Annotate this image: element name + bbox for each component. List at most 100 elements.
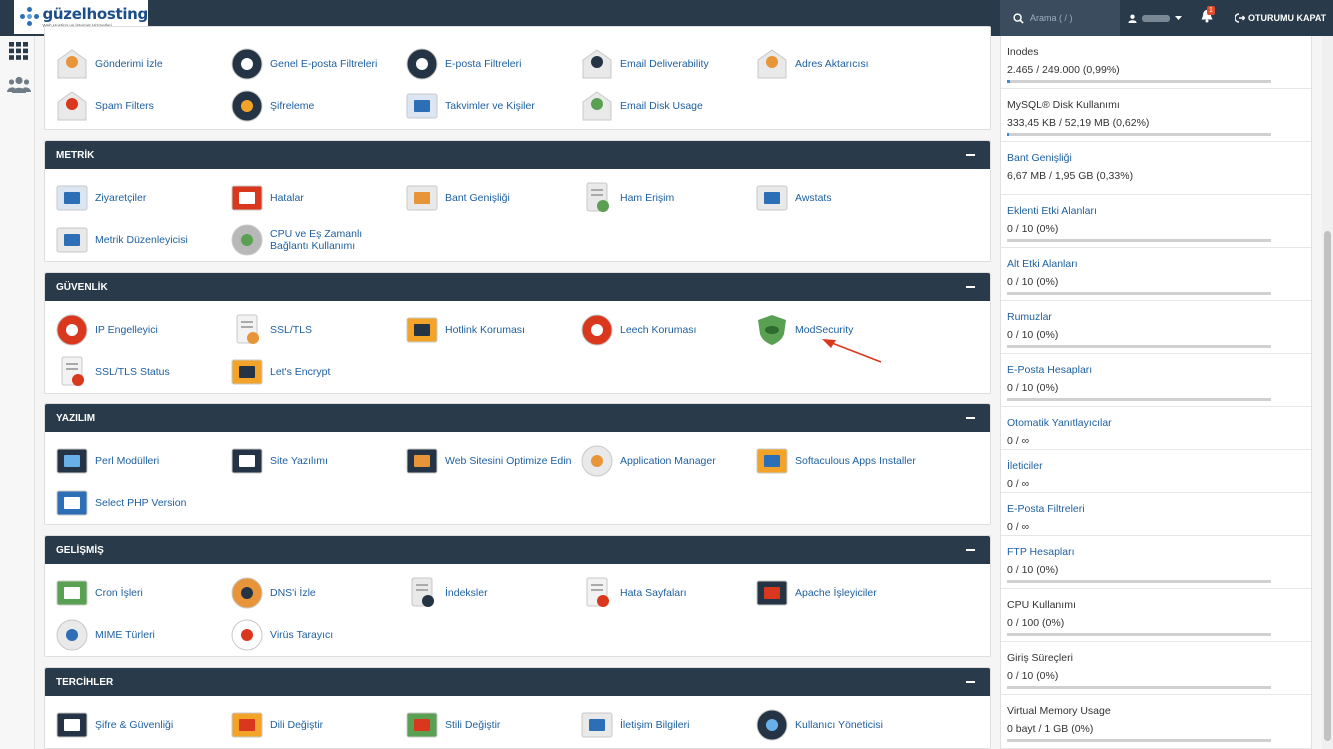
optimize-website-icon bbox=[406, 448, 438, 474]
tool-link-change-style[interactable]: Stili Değiştir bbox=[405, 704, 575, 746]
tool-link-cron-jobs[interactable]: Cron İşleri bbox=[55, 572, 225, 614]
stats-sidebar: Inodes 2.465 / 249.000 (0,99%) MySQL® Disk… bbox=[1000, 36, 1312, 749]
tool-label: Metrik Düzenleyicisi bbox=[95, 234, 188, 246]
tool-label: Select PHP Version bbox=[95, 497, 187, 509]
section-header[interactable]: YAZILIM bbox=[45, 404, 990, 432]
stat-label[interactable]: İleticiler bbox=[1007, 459, 1311, 473]
tool-link-indexes[interactable]: İndeksler bbox=[405, 572, 575, 614]
section-header[interactable]: GELİŞMİŞ bbox=[45, 536, 990, 564]
stat-label[interactable]: Rumuzlar bbox=[1007, 310, 1311, 324]
tool-label: CPU ve Eş Zamanlı Bağlantı Kullanımı bbox=[270, 228, 363, 252]
collapse-icon[interactable] bbox=[966, 286, 975, 288]
section-header[interactable]: TERCİHLER bbox=[45, 668, 990, 696]
tool-link-ssl-status[interactable]: SSL/TLS Status bbox=[55, 351, 225, 393]
scrollbar[interactable] bbox=[1322, 36, 1333, 749]
collapse-icon[interactable] bbox=[966, 549, 975, 551]
mime-types-icon bbox=[56, 619, 88, 651]
tool-link-spam-filters[interactable]: Spam Filters bbox=[55, 85, 225, 127]
stat-label[interactable]: FTP Hesapları bbox=[1007, 545, 1311, 559]
tool-link-bandwidth[interactable]: Bant Genişliği bbox=[405, 177, 575, 219]
section-header[interactable]: METRİK bbox=[45, 141, 990, 169]
tool-link-error-pages[interactable]: Hata Sayfaları bbox=[580, 572, 750, 614]
user-menu[interactable] bbox=[1128, 0, 1182, 36]
tool-link-application-manager[interactable]: Application Manager bbox=[580, 440, 750, 482]
php-version-icon bbox=[56, 490, 88, 516]
collapse-icon[interactable] bbox=[966, 681, 975, 683]
tool-link-apache-handlers[interactable]: Apache İşleyiciler bbox=[755, 572, 925, 614]
tool-link-leech-protection[interactable]: Leech Koruması bbox=[580, 309, 750, 351]
modsecurity-icon bbox=[758, 315, 786, 345]
tool-link-user-manager[interactable]: Kullanıcı Yöneticisi bbox=[755, 704, 925, 746]
ssl-tls-icon bbox=[236, 314, 259, 344]
tool-link-password-security[interactable]: Şifre & Güvenliği bbox=[55, 704, 225, 746]
stat-value: 0 / 10 (0%) bbox=[1007, 276, 1059, 288]
email-section: Gönderimi İzle Genel E-posta Filtreleri E-… bbox=[44, 26, 991, 130]
tool-link-email-filter[interactable]: E-posta Filtreleri bbox=[405, 43, 575, 85]
tool-link-metrics-editor[interactable]: Metrik Düzenleyicisi bbox=[55, 219, 225, 261]
tool-link-ip-blocker[interactable]: IP Engelleyici bbox=[55, 309, 225, 351]
change-language-icon bbox=[231, 712, 263, 738]
collapse-icon[interactable] bbox=[966, 154, 975, 156]
tool-link-track-delivery[interactable]: Gönderimi İzle bbox=[55, 43, 225, 85]
section-title: YAZILIM bbox=[56, 412, 96, 424]
section-title: GÜVENLİK bbox=[56, 281, 108, 293]
stat-item: Eklenti Etki Alanları 0 / 10 (0%) bbox=[1001, 195, 1311, 248]
tool-link-perl-modules[interactable]: Perl Modülleri bbox=[55, 440, 225, 482]
tool-link-mime-types[interactable]: MIME Türleri bbox=[55, 614, 225, 656]
stat-item: CPU Kullanımı 0 / 100 (0%) bbox=[1001, 589, 1311, 642]
tool-label: DNS'i İzle bbox=[270, 587, 316, 599]
tool-link-encryption[interactable]: Şifreleme bbox=[230, 85, 400, 127]
stat-item: E-Posta Filtreleri 0 / ∞ bbox=[1001, 493, 1311, 536]
visitors-icon bbox=[56, 185, 88, 211]
users-icon[interactable] bbox=[7, 76, 31, 94]
tool-label: Apache İşleyiciler bbox=[795, 587, 877, 599]
tool-link-email-disk-usage[interactable]: Email Disk Usage bbox=[580, 85, 750, 127]
tool-link-modsecurity[interactable]: ModSecurity bbox=[755, 309, 925, 351]
stat-value: 0 / 10 (0%) bbox=[1007, 329, 1059, 341]
tool-link-php-version[interactable]: Select PHP Version bbox=[55, 482, 225, 524]
stat-label: Inodes bbox=[1007, 46, 1039, 58]
tool-link-global-filter[interactable]: Genel E-posta Filtreleri bbox=[230, 43, 400, 85]
tool-link-deliverability[interactable]: Email Deliverability bbox=[580, 43, 750, 85]
tool-link-contact-info[interactable]: İletişim Bilgileri bbox=[580, 704, 750, 746]
logout-button[interactable]: OTURUMU KAPAT bbox=[1235, 0, 1326, 36]
tool-label: Gönderimi İzle bbox=[95, 58, 163, 70]
search-input[interactable] bbox=[1030, 13, 1110, 23]
track-delivery-icon bbox=[57, 49, 87, 79]
tool-link-virus-scanner[interactable]: Virüs Tarayıcı bbox=[230, 614, 400, 656]
tool-link-awstats[interactable]: Awstats bbox=[755, 177, 925, 219]
tool-label: Hotlink Koruması bbox=[445, 324, 525, 336]
stat-label: MySQL® Disk Kullanımı bbox=[1007, 99, 1120, 111]
tool-link-calendar-contacts[interactable]: Takvimler ve Kişiler bbox=[405, 85, 575, 127]
tool-link-track-dns[interactable]: DNS'i İzle bbox=[230, 572, 400, 614]
stat-label[interactable]: Eklenti Etki Alanları bbox=[1007, 204, 1311, 218]
tool-link-optimize-website[interactable]: Web Sitesini Optimize Edin bbox=[405, 440, 575, 482]
tool-link-raw-access[interactable]: Ham Erişim bbox=[580, 177, 750, 219]
collapse-icon[interactable] bbox=[966, 417, 975, 419]
errors-icon bbox=[231, 185, 263, 211]
grid-icon[interactable] bbox=[9, 42, 29, 60]
tool-link-address-importer[interactable]: Adres Aktarıcısı bbox=[755, 43, 925, 85]
stat-label[interactable]: E-Posta Hesapları bbox=[1007, 363, 1311, 377]
tool-link-cpu-usage[interactable]: CPU ve Eş Zamanlı Bağlantı Kullanımı bbox=[230, 219, 400, 261]
stat-label[interactable]: Bant Genişliği bbox=[1007, 151, 1311, 165]
stat-label[interactable]: E-Posta Filtreleri bbox=[1007, 502, 1311, 516]
tool-link-visitors[interactable]: Ziyaretçiler bbox=[55, 177, 225, 219]
tool-link-softaculous[interactable]: Softaculous Apps Installer bbox=[755, 440, 925, 482]
search-box[interactable] bbox=[1000, 0, 1120, 36]
tool-link-lets-encrypt[interactable]: Let's Encrypt bbox=[230, 351, 400, 393]
tool-link-ssl-tls[interactable]: SSL/TLS bbox=[230, 309, 400, 351]
tool-link-site-software[interactable]: Site Yazılımı bbox=[230, 440, 400, 482]
notifications-button[interactable]: 1 bbox=[1201, 6, 1215, 26]
leech-protection-icon bbox=[581, 314, 613, 346]
tool-link-errors[interactable]: Hatalar bbox=[230, 177, 400, 219]
scrollbar-thumb[interactable] bbox=[1324, 231, 1331, 741]
section-header[interactable]: GÜVENLİK bbox=[45, 273, 990, 301]
stat-label[interactable]: Otomatik Yanıtlayıcılar bbox=[1007, 416, 1311, 430]
tool-link-hotlink-protection[interactable]: Hotlink Koruması bbox=[405, 309, 575, 351]
cpu-usage-icon bbox=[231, 224, 263, 256]
tool-label: Email Deliverability bbox=[620, 58, 709, 70]
stat-label[interactable]: Alt Etki Alanları bbox=[1007, 257, 1311, 271]
tool-link-change-language[interactable]: Dili Değiştir bbox=[230, 704, 400, 746]
logo-mark-icon bbox=[20, 7, 39, 27]
